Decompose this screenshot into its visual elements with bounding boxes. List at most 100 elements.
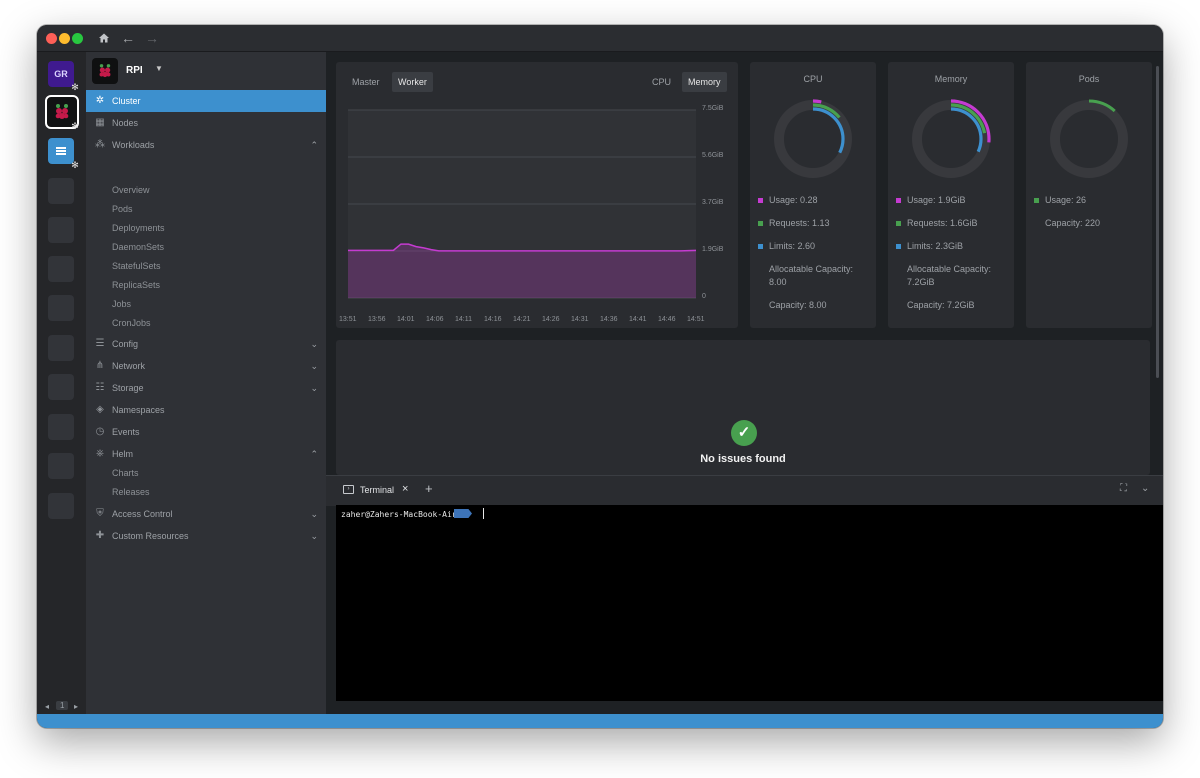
x-tick-label: 14:11 <box>455 316 472 323</box>
sidebar-subitem-daemonsets[interactable]: DaemonSets <box>112 238 164 256</box>
sidebar-item-access-control[interactable]: ⛨ Access Control ⌄ <box>86 503 326 525</box>
status-bar <box>37 714 1163 728</box>
sidebar-subitem-statefulsets[interactable]: StatefulSets <box>112 257 161 275</box>
terminal-cursor <box>483 508 484 519</box>
ring-title: Memory <box>934 74 968 84</box>
sidebar-subitem-replicasets[interactable]: ReplicaSets <box>112 276 160 294</box>
memory-usage-chart <box>348 109 697 299</box>
sidebar-subitem-deployments[interactable]: Deployments <box>112 219 165 237</box>
sidebar-subitem-pods[interactable]: Pods <box>112 200 133 218</box>
main-scrollbar[interactable] <box>1156 66 1159 378</box>
sidebar-item-config[interactable]: ☰ Config ⌄ <box>86 333 326 355</box>
hotbar-empty-slot[interactable] <box>48 453 74 479</box>
legend-label: Usage: 26 <box>1045 195 1087 205</box>
sidebar-item-label: Access Control <box>112 509 173 519</box>
sidebar-subitem-overview[interactable]: Overview <box>112 181 150 199</box>
hotbar-empty-slot[interactable] <box>48 335 74 361</box>
caret-down-icon[interactable]: ▼ <box>155 64 163 73</box>
legend-dot <box>1034 221 1039 226</box>
legend-label: Capacity: 8.00 <box>769 300 827 310</box>
legend-label: Limits: 2.3GiB <box>907 241 964 251</box>
sidebar-subitem-cronjobs[interactable]: CronJobs <box>112 314 151 332</box>
terminal-icon: › <box>343 485 354 494</box>
chevron-up-icon: ⌃ <box>310 449 318 459</box>
cluster-avatar <box>92 58 118 84</box>
chevron-down-icon: ⌄ <box>310 531 318 541</box>
legend-dot <box>896 244 901 249</box>
sidebar-subitem-charts[interactable]: Charts <box>112 464 139 482</box>
sidebar-item-cluster[interactable]: ✲ Cluster <box>86 90 326 112</box>
hotbar-empty-slot[interactable] <box>48 217 74 243</box>
legend-label: Requests: 1.6GiB <box>907 218 978 228</box>
x-tick-label: 14:01 <box>397 316 415 323</box>
nodes-icon: ▦ <box>95 117 105 128</box>
cpu-usage-card: CPU Usage: 0.28 Requests: 1.13 Limits: 2.6… <box>750 62 876 328</box>
sidebar-item-label: Network <box>112 361 146 371</box>
clock-icon: ◷ <box>95 426 105 437</box>
terminal-tab[interactable]: › Terminal × <box>336 479 418 501</box>
hotbar-cluster-gr-label: GR <box>54 69 68 79</box>
sidebar-item-label: Namespaces <box>112 405 165 415</box>
legend-dot <box>758 267 763 272</box>
x-tick-label: 14:31 <box>571 316 589 323</box>
sidebar-item-label: Custom Resources <box>112 531 189 541</box>
gear-icon: ✻ <box>71 160 79 170</box>
chevron-down-icon[interactable]: ⌄ <box>1141 483 1149 494</box>
terminal-output[interactable]: zaher@Zahers-MacBook-Air <box>336 505 1163 701</box>
raspberry-pi-icon <box>99 64 111 78</box>
helm-icon: ⎈ <box>96 448 104 459</box>
gear-icon: ✻ <box>71 82 79 92</box>
x-tick-label: 14:41 <box>629 316 647 323</box>
sidebar-item-storage[interactable]: ☷ Storage ⌄ <box>86 377 326 399</box>
legend-label: Usage: 1.9GiB <box>907 195 966 205</box>
title-bar: ← → <box>37 25 1163 52</box>
sidebar-item-network[interactable]: ⋔ Network ⌄ <box>86 355 326 377</box>
add-tab-button[interactable]: + <box>425 481 433 496</box>
fullscreen-icon[interactable]: ⛶ <box>1120 483 1127 494</box>
terminal-tab-label: Terminal <box>360 485 395 495</box>
hotbar-empty-slot[interactable] <box>48 256 74 282</box>
cluster-name: RPI <box>126 65 143 76</box>
close-tab-icon[interactable]: × <box>402 483 408 495</box>
legend-dot <box>896 221 901 226</box>
sidebar-item-nodes[interactable]: ▦ Nodes <box>86 112 326 134</box>
maximize-window-button[interactable] <box>72 33 83 44</box>
cluster-header[interactable]: RPI ▼ <box>92 58 322 86</box>
dock-tab-bar: › Terminal × + ⛶ ⌄ <box>326 475 1163 506</box>
legend-dot <box>758 244 763 249</box>
legend-dot <box>896 303 901 308</box>
issues-message: No issues found <box>700 453 786 465</box>
pager-next-icon[interactable]: ▸ <box>74 702 78 711</box>
sidebar-subitem-jobs[interactable]: Jobs <box>112 295 131 313</box>
home-icon[interactable] <box>95 29 113 47</box>
hotbar-empty-slot[interactable] <box>48 493 74 519</box>
hotbar-empty-slot[interactable] <box>48 295 74 321</box>
app-window: ← → GR ✻ ✻ ✻ ◂ 1 ▸ RPI ▼ ✲ Cluster ▦ Nod… <box>37 25 1163 728</box>
legend-label: Usage: 0.28 <box>769 195 818 205</box>
workloads-icon: ⁂ <box>95 139 105 150</box>
sidebar-item-workloads[interactable]: ⁂ Workloads ⌃ <box>86 134 326 156</box>
sidebar-item-events[interactable]: ◷ Events <box>86 421 326 443</box>
legend-label: Allocatable Capacity: 7.2GiB <box>907 264 992 287</box>
hotbar-empty-slot[interactable] <box>48 374 74 400</box>
sidebar-item-custom-resources[interactable]: ✚ Custom Resources ⌄ <box>86 525 326 547</box>
sidebar-item-helm[interactable]: ⎈ Helm ⌃ <box>86 443 326 465</box>
back-arrow-icon[interactable]: ← <box>119 29 137 47</box>
hotbar-empty-slot[interactable] <box>48 414 74 440</box>
x-tick-label: 14:46 <box>658 316 676 323</box>
sidebar-item-label: Workloads <box>112 140 155 150</box>
x-tick-label: 13:51 <box>339 316 357 323</box>
close-window-button[interactable] <box>46 33 57 44</box>
sidebar-item-label: Cluster <box>112 96 141 106</box>
sidebar-subitem-releases[interactable]: Releases <box>112 483 150 501</box>
forward-arrow-icon[interactable]: → <box>143 29 161 47</box>
puzzle-icon: ✚ <box>95 530 105 541</box>
pager-prev-icon[interactable]: ◂ <box>45 702 49 711</box>
sidebar-item-label: Nodes <box>112 118 139 128</box>
hotbar-empty-slot[interactable] <box>48 178 74 204</box>
x-tick-label: 14:36 <box>600 316 618 323</box>
sidebar-item-namespaces[interactable]: ◈ Namespaces <box>86 399 326 421</box>
minimize-window-button[interactable] <box>59 33 70 44</box>
terminal-prompt: zaher@Zahers-MacBook-Air <box>341 510 457 519</box>
check-circle-icon: ✓ <box>731 420 757 446</box>
